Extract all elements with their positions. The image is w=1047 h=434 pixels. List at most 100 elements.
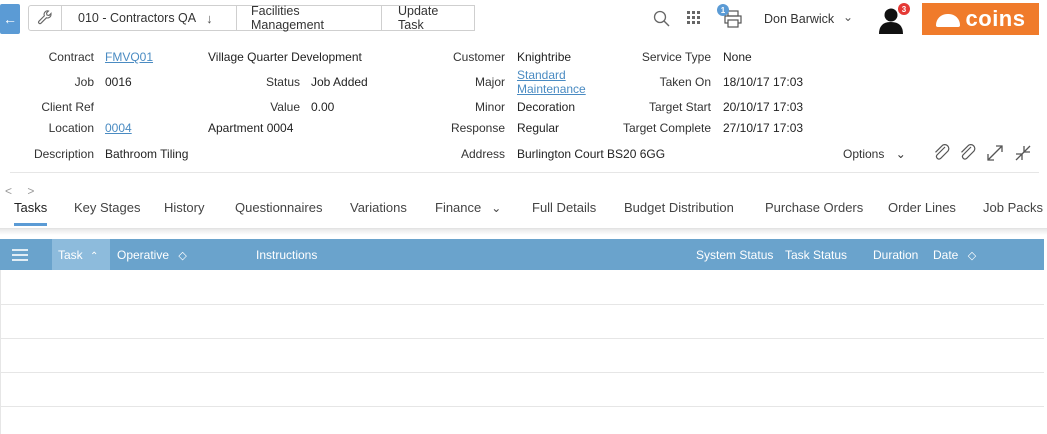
table-row xyxy=(0,271,1044,305)
column-operative[interactable]: Operative ◇ xyxy=(117,248,187,262)
tab-full-details[interactable]: Full Details xyxy=(532,200,596,223)
major-value-line-1: Standard xyxy=(517,68,566,82)
tab-order-lines[interactable]: Order Lines xyxy=(888,200,956,223)
column-task-status-label: Task Status xyxy=(785,248,848,262)
tab-finance-label: Finance xyxy=(435,200,482,215)
breadcrumb: 010 - Contractors QA ↓ Facilities Manage… xyxy=(28,4,475,32)
search-icon[interactable] xyxy=(652,9,670,27)
column-task-status[interactable]: Task Status xyxy=(785,248,847,262)
paperclip-add-icon[interactable] xyxy=(958,143,978,163)
description-value: Bathroom Tiling xyxy=(105,147,189,161)
breadcrumb-contract[interactable]: 010 - Contractors QA ↓ xyxy=(61,5,237,31)
job-value: 0016 xyxy=(105,75,132,89)
tab-job-packs-label: Job Packs xyxy=(983,200,1043,215)
tab-questionnaires-label: Questionnaires xyxy=(235,200,323,215)
target-start-value: 20/10/17 17:03 xyxy=(723,100,804,114)
address-value: Burlington Court BS20 6GG xyxy=(517,147,666,161)
tab-bar: Tasks Key Stages History Questionnaires … xyxy=(0,193,1047,229)
column-operative-label: Operative xyxy=(117,248,170,262)
chevron-down-icon: ⌄ xyxy=(895,147,906,161)
description-label: Description xyxy=(33,147,94,161)
top-bar: ← 010 - Contractors QA ↓ Facilities Mana… xyxy=(0,0,1047,38)
grid-menu-icon[interactable] xyxy=(12,249,28,264)
tab-variations[interactable]: Variations xyxy=(350,200,407,223)
tab-finance[interactable]: Finance ⌄ xyxy=(435,200,501,223)
back-arrow-icon[interactable]: ← xyxy=(0,4,20,34)
brand-logo: coins xyxy=(922,3,1039,35)
tab-history[interactable]: History xyxy=(164,200,204,223)
details-divider xyxy=(10,172,1039,173)
major-link[interactable]: Standard Maintenance xyxy=(517,68,586,96)
customer-label: Customer xyxy=(452,50,505,64)
address-label: Address xyxy=(460,147,505,161)
target-complete-value: 27/10/17 17:03 xyxy=(723,121,804,135)
sort-icon: ◇ xyxy=(178,250,187,262)
target-start-label: Target Start xyxy=(648,100,711,114)
column-system-status-label: System Status xyxy=(696,248,774,262)
value-value: 0.00 xyxy=(311,100,335,114)
user-name[interactable]: Don Barwick xyxy=(764,12,834,26)
column-instructions-label: Instructions xyxy=(256,248,318,262)
table-row xyxy=(0,305,1044,339)
client-ref-label: Client Ref xyxy=(41,100,94,114)
breadcrumb-contract-label: 010 - Contractors QA xyxy=(78,11,197,25)
collapse-icon[interactable] xyxy=(1012,142,1034,164)
hard-hat-icon xyxy=(935,14,960,27)
service-type-value: None xyxy=(723,50,752,64)
tab-budget-distribution-label: Budget Distribution xyxy=(624,200,734,215)
column-date[interactable]: Date ◇ xyxy=(933,248,976,262)
service-type-label: Service Type xyxy=(641,50,711,64)
chevron-down-icon: ⌄ xyxy=(491,201,502,215)
expand-icon[interactable] xyxy=(984,142,1006,164)
tab-key-stages[interactable]: Key Stages xyxy=(74,200,141,223)
response-label: Response xyxy=(450,121,505,135)
tab-questionnaires[interactable]: Questionnaires xyxy=(235,200,322,223)
status-label: Status xyxy=(265,75,300,89)
job-label: Job xyxy=(74,75,94,89)
response-value: Regular xyxy=(517,121,560,135)
paperclip-icon[interactable] xyxy=(932,143,952,163)
options-dropdown[interactable]: Options ⌄ xyxy=(843,147,906,161)
tab-tasks-label: Tasks xyxy=(14,200,48,215)
major-label: Major xyxy=(474,75,505,89)
value-label: Value xyxy=(270,100,300,114)
taken-on-label: Taken On xyxy=(659,75,711,89)
tab-tasks[interactable]: Tasks xyxy=(14,200,48,226)
tab-key-stages-label: Key Stages xyxy=(74,200,141,215)
breadcrumb-facilities[interactable]: Facilities Management xyxy=(236,4,382,32)
column-task[interactable]: Task ⌃ xyxy=(58,248,98,262)
breadcrumb-update-task-label: Update Task xyxy=(398,4,439,32)
tab-purchase-orders[interactable]: Purchase Orders xyxy=(765,200,863,223)
wrench-icon[interactable] xyxy=(28,5,62,31)
print-count-badge: 1 xyxy=(717,4,729,16)
customer-value: Knightribe xyxy=(517,50,572,64)
status-value: Job Added xyxy=(311,75,368,89)
column-duration[interactable]: Duration xyxy=(873,248,918,262)
location-label: Location xyxy=(48,121,94,135)
tab-full-details-label: Full Details xyxy=(532,200,597,215)
tab-order-lines-label: Order Lines xyxy=(888,200,956,215)
tab-budget-distribution[interactable]: Budget Distribution xyxy=(624,200,734,223)
arrow-down-icon[interactable]: ↓ xyxy=(206,11,213,26)
sort-icon: ◇ xyxy=(967,250,977,262)
table-row xyxy=(0,339,1044,373)
column-instructions[interactable]: Instructions xyxy=(256,248,317,262)
tab-history-label: History xyxy=(164,200,205,215)
column-duration-label: Duration xyxy=(873,248,919,262)
column-system-status[interactable]: System Status xyxy=(696,248,773,262)
breadcrumb-update-task[interactable]: Update Task xyxy=(381,4,475,32)
minor-value: Decoration xyxy=(517,100,576,114)
contract-code-link[interactable]: FMVQ01 xyxy=(105,50,153,64)
tab-purchase-orders-label: Purchase Orders xyxy=(765,200,864,215)
tab-job-packs[interactable]: Job Packs xyxy=(983,200,1043,223)
chevron-down-icon[interactable]: ⌄ xyxy=(843,10,853,24)
taken-on-value: 18/10/17 17:03 xyxy=(723,75,804,89)
apps-grid-icon[interactable] xyxy=(686,10,702,26)
breadcrumb-facilities-label: Facilities Management xyxy=(251,4,324,32)
table-row xyxy=(0,373,1044,407)
location-code-link[interactable]: 0004 xyxy=(105,121,132,135)
column-task-label: Task xyxy=(58,248,83,262)
notification-badge: 3 xyxy=(898,3,910,15)
tab-bar-shadow xyxy=(0,229,1047,235)
sort-asc-icon: ⌃ xyxy=(90,251,99,262)
